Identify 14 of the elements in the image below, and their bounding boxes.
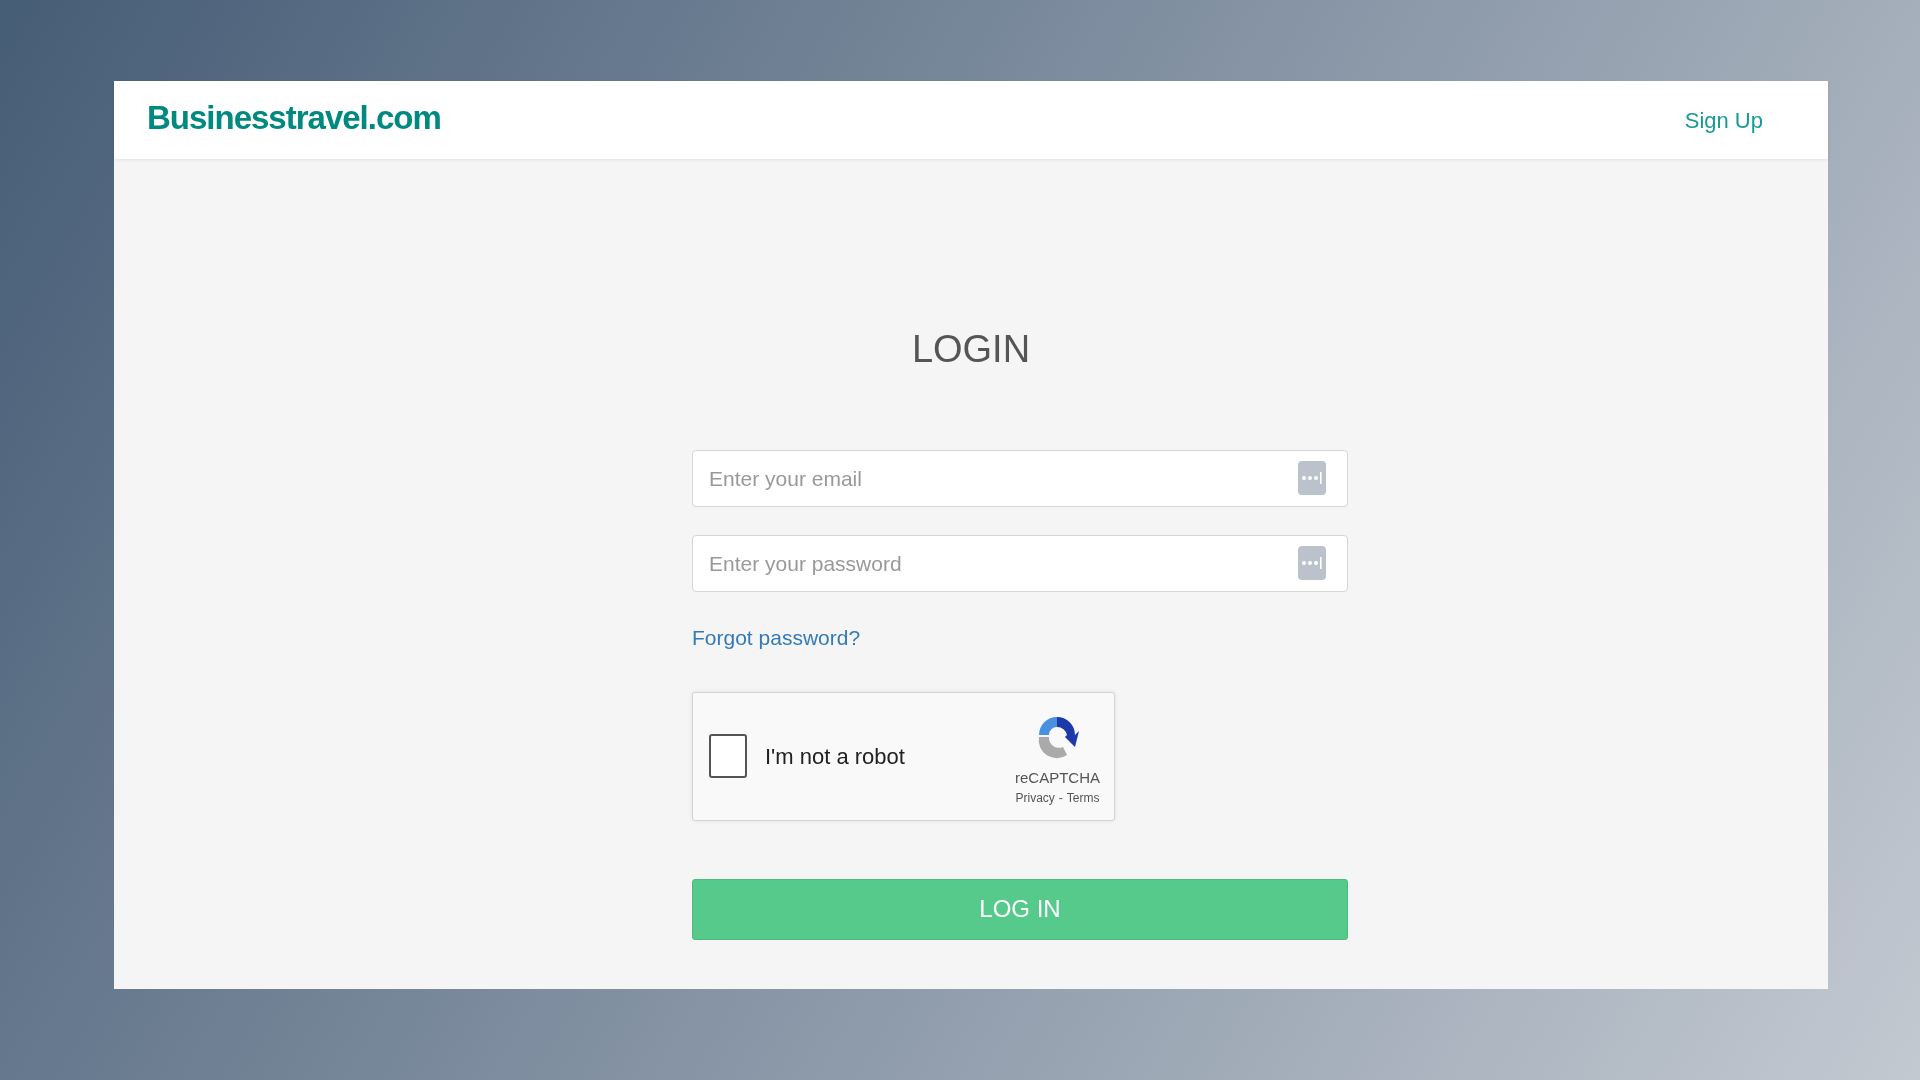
- site-logo[interactable]: Businesstravel.com: [147, 93, 441, 143]
- password-manager-icon[interactable]: [1298, 461, 1326, 495]
- sign-up-link[interactable]: Sign Up: [1684, 103, 1763, 137]
- captcha-label: I'm not a robot: [765, 742, 906, 771]
- terms-link[interactable]: Terms: [1066, 789, 1100, 808]
- captcha-checkbox[interactable]: [709, 734, 747, 778]
- captcha-brand: reCAPTCHA: [1015, 767, 1100, 788]
- forgot-password-link[interactable]: Forgot password?: [692, 622, 861, 654]
- privacy-link[interactable]: Privacy: [1015, 789, 1055, 808]
- login-heading: LOGIN: [911, 330, 1031, 368]
- link-separator: -: [1058, 790, 1063, 808]
- password-field[interactable]: Enter your password: [692, 535, 1348, 592]
- password-manager-icon[interactable]: [1298, 546, 1326, 580]
- email-field[interactable]: Enter your email: [692, 450, 1348, 507]
